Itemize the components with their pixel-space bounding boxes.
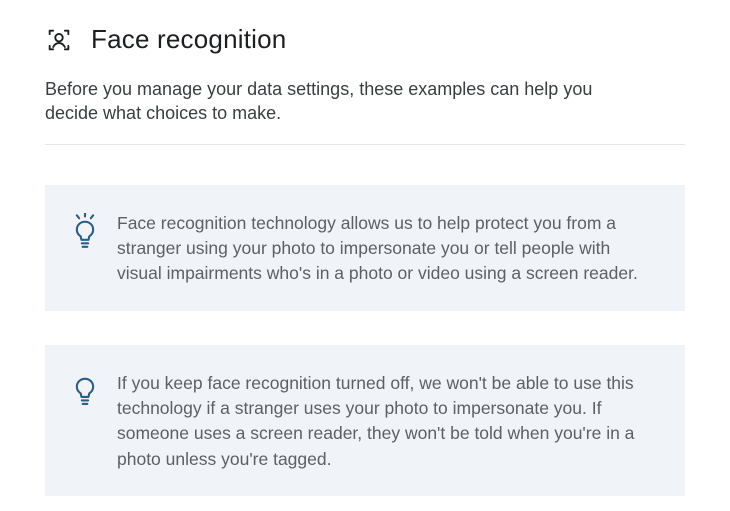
page-title: Face recognition xyxy=(91,24,286,55)
divider xyxy=(45,144,685,145)
page-header: Face recognition xyxy=(45,24,685,55)
info-card-on: Face recognition technology allows us to… xyxy=(45,185,685,311)
info-card-off: If you keep face recognition turned off,… xyxy=(45,345,685,497)
face-recognition-icon xyxy=(45,26,73,54)
info-card-text: If you keep face recognition turned off,… xyxy=(117,371,655,473)
lightbulb-off-icon xyxy=(71,373,99,413)
info-cards: Face recognition technology allows us to… xyxy=(45,185,685,497)
lightbulb-on-icon xyxy=(71,213,99,253)
intro-text: Before you manage your data settings, th… xyxy=(45,77,645,126)
info-card-text: Face recognition technology allows us to… xyxy=(117,211,655,287)
